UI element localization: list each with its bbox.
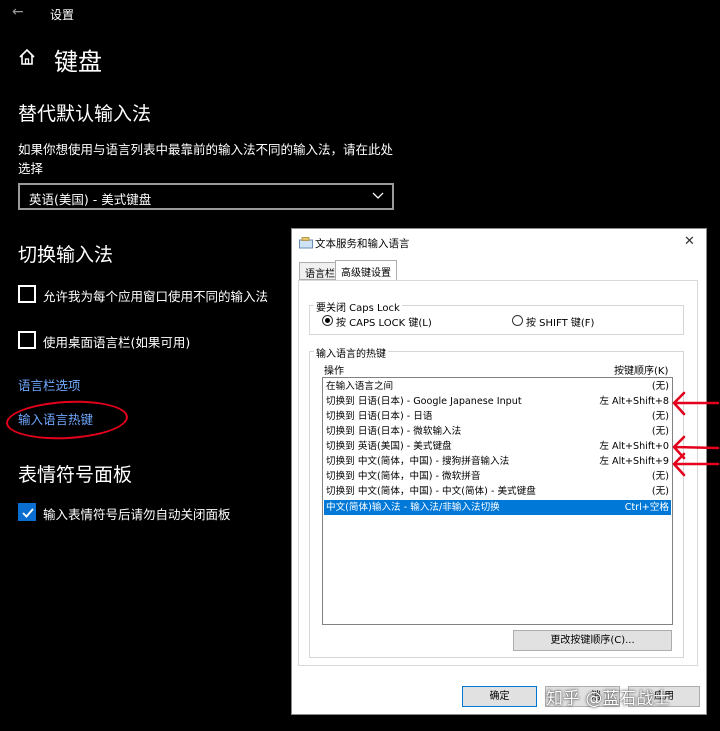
hotkeys-group-label: 输入语言的热键: [314, 345, 388, 360]
red-annotation-circle: [5, 397, 129, 443]
table-row[interactable]: 切换到 中文(简体，中国) - 微软拼音 (无): [324, 469, 671, 484]
hotkey-list[interactable]: 在输入语言之间 (无) 切换到 日语(日本) - Google Japanese…: [322, 377, 673, 625]
table-row-selected[interactable]: 中文(简体)输入法 - 输入法/非输入法切换 Ctrl+空格: [324, 500, 671, 515]
row-key: (无): [651, 381, 669, 392]
table-row[interactable]: 切换到 日语(日本) - 微软输入法 (无): [324, 424, 671, 439]
row-action: 中文(简体)输入法 - 输入法/非输入法切换: [326, 502, 500, 513]
radio-label: 按 CAPS LOCK 键(L): [336, 318, 432, 329]
row-action: 切换到 日语(日本) - 日语: [326, 411, 433, 422]
select-value: 英语(美国) - 美式键盘: [29, 192, 152, 207]
row-key: (无): [651, 411, 669, 422]
keyboard-icon: [299, 237, 313, 249]
checkbox-label: 允许我为每个应用窗口使用不同的输入法: [43, 289, 269, 304]
radio-dot[interactable]: [512, 315, 523, 326]
chevron-down-icon: [372, 192, 384, 199]
row-action: 切换到 日语(日本) - 微软输入法: [326, 426, 462, 437]
table-row[interactable]: 在输入语言之间 (无): [324, 379, 671, 394]
change-key-sequence-button[interactable]: 更改按键顺序(C)...: [513, 630, 672, 651]
emoji-section-title: 表情符号面板: [18, 464, 133, 486]
checkmark-icon: [22, 508, 34, 518]
row-key: (无): [651, 486, 669, 497]
override-description: 如果你想使用与语言列表中最靠前的输入法不同的输入法，请在此处选择: [18, 142, 394, 176]
watermark-text: 知乎 @蓝石战士: [546, 689, 671, 709]
row-key: (无): [651, 426, 669, 437]
override-section-title: 替代默认输入法: [18, 103, 152, 125]
settings-topbar: ← 设置: [0, 0, 720, 28]
page-title: 键盘: [54, 48, 102, 76]
row-action: 切换到 中文(简体，中国) - 微软拼音: [326, 471, 481, 482]
dialog-title: 文本服务和输入语言: [315, 238, 410, 250]
row-key: 左 Alt+Shift+0: [599, 441, 669, 452]
checkbox-label: 使用桌面语言栏(如果可用): [43, 335, 191, 350]
text-services-dialog: 文本服务和输入语言 ✕ 语言栏 高级键设置 要关闭 Caps Lock 按 CA…: [291, 228, 707, 715]
dialog-titlebar: 文本服务和输入语言 ✕: [292, 229, 706, 257]
row-key: 左 Alt+Shift+8: [599, 396, 669, 407]
input-method-select[interactable]: 英语(美国) - 美式键盘: [18, 183, 394, 210]
checkbox-emoji[interactable]: [18, 503, 36, 521]
app-title: 设置: [50, 8, 75, 22]
checkbox-language-bar[interactable]: [18, 331, 36, 349]
table-row[interactable]: 切换到 中文(简体，中国) - 中文(简体) - 美式键盘 (无): [324, 484, 671, 499]
row-key: (无): [651, 471, 669, 482]
table-row[interactable]: 切换到 英语(美国) - 美式键盘 左 Alt+Shift+0: [324, 439, 671, 454]
red-annotation-arrows: [672, 391, 720, 477]
caps-lock-group-label: 要关闭 Caps Lock: [314, 299, 402, 314]
table-row[interactable]: 切换到 中文(简体，中国) - 搜狗拼音输入法 左 Alt+Shift+9: [324, 454, 671, 469]
ok-button[interactable]: 确定: [462, 686, 537, 707]
checkbox-label: 输入表情符号后请勿自动关闭面板: [43, 507, 231, 522]
tab-advanced-key-settings[interactable]: 高级键设置: [335, 260, 397, 281]
table-row[interactable]: 切换到 日语(日本) - Google Japanese Input 左 Alt…: [324, 394, 671, 409]
language-bar-options-link[interactable]: 语言栏选项: [18, 375, 81, 394]
switching-section-title: 切换输入法: [18, 244, 114, 266]
radio-label: 按 SHIFT 键(F): [526, 318, 595, 329]
close-icon[interactable]: ✕: [684, 234, 695, 249]
row-action: 切换到 英语(美国) - 美式键盘: [326, 441, 452, 452]
row-action: 在输入语言之间: [326, 381, 394, 392]
row-key: 左 Alt+Shift+9: [599, 456, 669, 467]
home-icon[interactable]: [18, 48, 36, 66]
column-header-key-sequence: 按键顺序(K): [614, 366, 669, 377]
back-arrow-icon[interactable]: ←: [12, 4, 24, 20]
row-action: 切换到 日语(日本) - Google Japanese Input: [326, 396, 522, 407]
radio-dot[interactable]: [322, 315, 333, 326]
checkbox-per-app[interactable]: [18, 285, 36, 303]
row-key: Ctrl+空格: [624, 502, 669, 513]
column-header-action: 操作: [324, 366, 344, 377]
row-action: 切换到 中文(简体，中国) - 中文(简体) - 美式键盘: [326, 486, 536, 497]
row-action: 切换到 中文(简体，中国) - 搜狗拼音输入法: [326, 456, 510, 467]
table-row[interactable]: 切换到 日语(日本) - 日语 (无): [324, 409, 671, 424]
